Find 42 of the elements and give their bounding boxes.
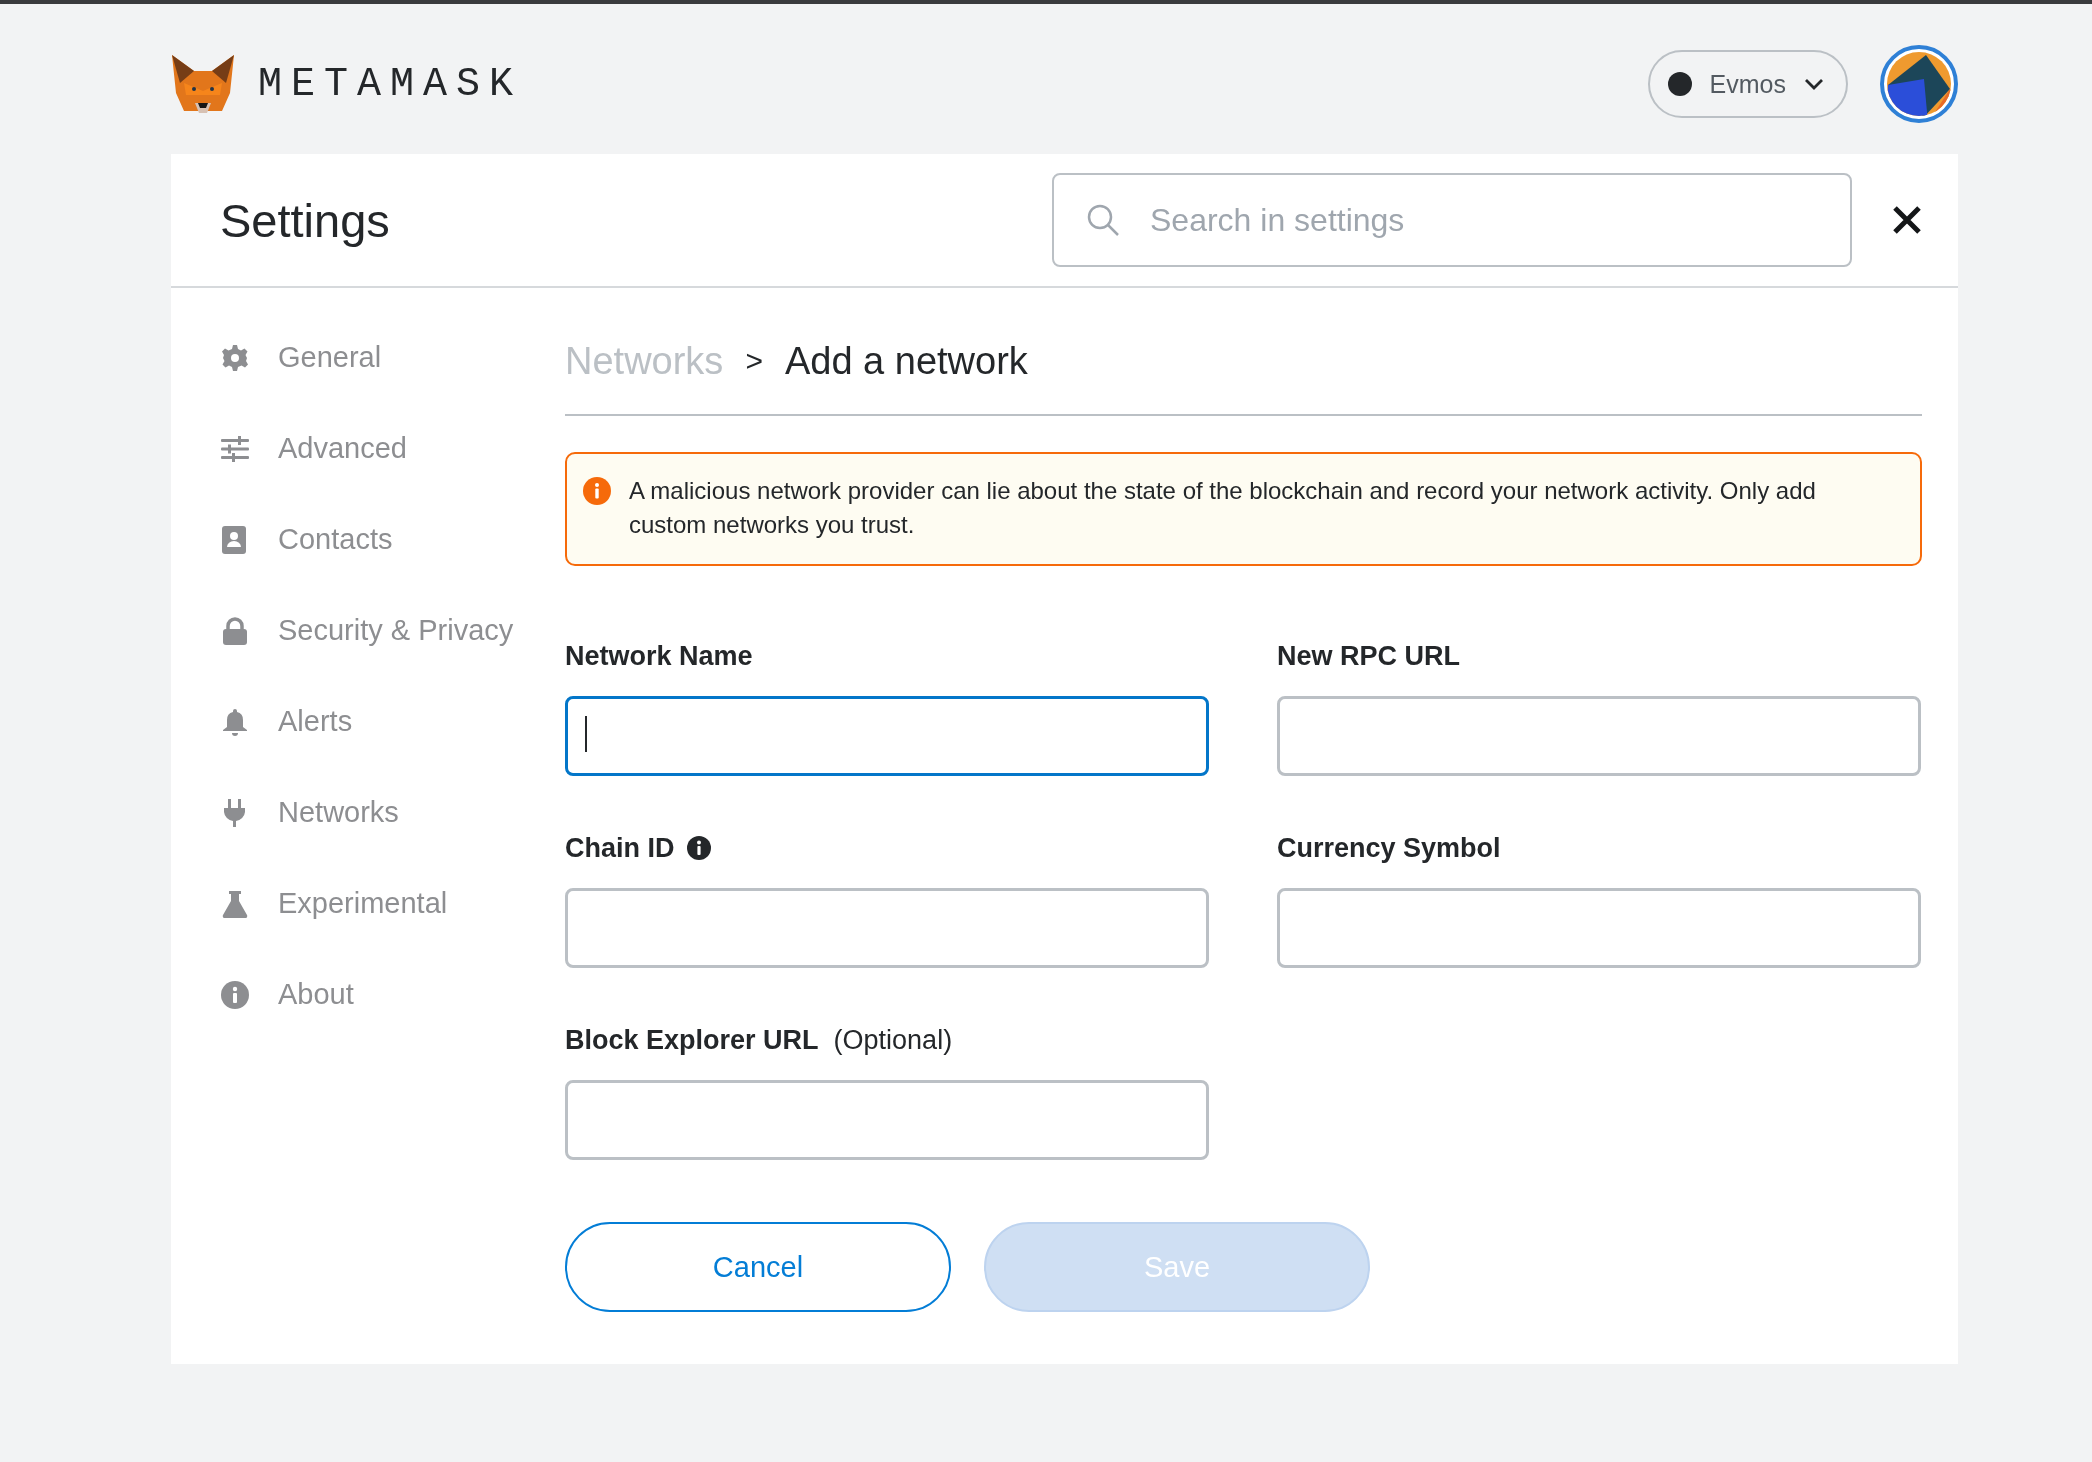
input-field[interactable] [1277, 888, 1921, 968]
warning-text: A malicious network provider can lie about the state of the blockchain and record your network activity. Only add custom networks you trust. [629, 476, 1817, 540]
breadcrumb-link[interactable]: Networks [565, 339, 724, 383]
field-label: Chain ID [565, 832, 675, 864]
bell-icon [220, 706, 250, 737]
input-field[interactable] [565, 888, 1209, 968]
breadcrumb-separator: > [745, 344, 763, 378]
gear-icon [220, 342, 250, 373]
search-field[interactable]: Search in settings [1052, 173, 1852, 267]
chevron-down-icon [1804, 77, 1824, 91]
fox-icon [170, 53, 236, 115]
field-label: Network Name [565, 640, 753, 672]
sidebar-item[interactable]: Contacts [220, 494, 393, 585]
input-field[interactable] [565, 1080, 1209, 1160]
close-button[interactable] [1892, 205, 1922, 235]
field-label: Block Explorer URL (Optional) [565, 1024, 953, 1056]
sidebar-item[interactable]: Experimental [220, 858, 448, 949]
sidebar-item[interactable]: Alerts [220, 676, 353, 767]
info-icon[interactable] [686, 836, 711, 860]
info-icon [583, 477, 611, 505]
settings-title: Settings [220, 192, 391, 248]
input-field[interactable] [1277, 696, 1921, 776]
sliders-icon [220, 433, 250, 464]
lock-icon [220, 615, 250, 646]
sidebar-item[interactable]: Advanced [220, 403, 407, 494]
account-avatar[interactable] [1880, 45, 1958, 123]
sidebar-item[interactable]: Security & Privacy [220, 585, 514, 676]
text-cursor [585, 716, 587, 752]
field-label: Currency Symbol [1277, 832, 1501, 864]
sidebar-item[interactable]: Networks [220, 767, 399, 858]
page-heading: Add a network [784, 339, 1028, 383]
cancel-button[interactable]: Cancel [565, 1222, 951, 1312]
brand-wordmark: METAMASK [258, 61, 523, 107]
network-selector[interactable]: Evmos [1647, 50, 1848, 118]
info-icon [220, 979, 250, 1010]
input-field[interactable] [565, 696, 1209, 776]
sidebar-item[interactable]: About [220, 949, 354, 1040]
field-label: New RPC URL [1277, 640, 1460, 672]
network-dot-icon [1667, 72, 1692, 96]
sidebar-item[interactable]: General [220, 312, 382, 403]
flask-icon [220, 888, 250, 919]
close-icon [1892, 205, 1922, 235]
